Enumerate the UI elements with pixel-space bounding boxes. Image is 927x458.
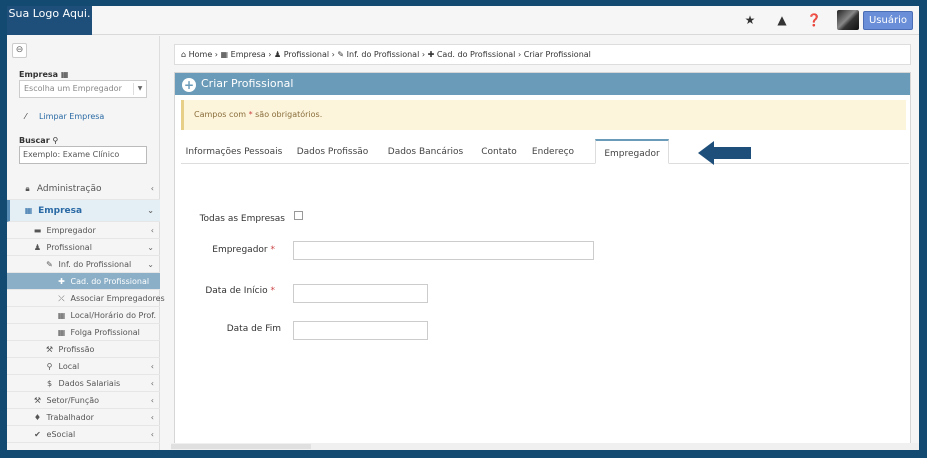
tab-dados-bancarios[interactable]: Dados Bancários	[381, 139, 470, 164]
tab-empregador[interactable]: Empregador	[595, 139, 669, 164]
calendar-icon: ▦	[57, 328, 66, 337]
panel-title: Criar Profissional	[201, 77, 294, 90]
plus-icon: ✚	[427, 50, 435, 59]
building-icon: ▦	[60, 70, 69, 79]
empregador-select[interactable]: Escolha um Empregador ▼	[19, 80, 147, 98]
user-button[interactable]: Usuário	[862, 10, 913, 30]
sidebar-item-profissional[interactable]: ♟ Profissional ⌄	[7, 239, 160, 256]
search-icon: ⚲	[52, 136, 59, 145]
breadcrumb-inf-profissional[interactable]: Inf. do Profissional	[347, 50, 420, 59]
link-icon: ⤫	[58, 294, 65, 303]
sidebar-item-dados-salariais[interactable]: $ Dados Salariais ‹	[7, 375, 160, 392]
horizontal-scrollbar[interactable]	[171, 443, 919, 450]
chevron-left-icon: ‹	[150, 226, 154, 235]
breadcrumb-empresa[interactable]: Empresa	[231, 50, 266, 59]
plus-icon: ✚	[58, 277, 65, 286]
empresa-label: Empresa ▦	[19, 70, 69, 79]
help-icon[interactable]: ❓	[805, 11, 823, 29]
limpar-empresa-link[interactable]: ⁄ Limpar Empresa	[25, 112, 104, 122]
building-icon: ▦	[220, 50, 229, 59]
chevron-left-icon: ‹	[150, 362, 154, 371]
lock-icon: 🔒︎	[25, 184, 30, 193]
tab-endereco[interactable]: Endereço	[527, 139, 579, 164]
tab-bar: Informações Pessoais Dados Profissão Dad…	[181, 139, 909, 164]
top-icons: ★ ▲ ❓ Usuário	[741, 10, 913, 30]
chevron-left-icon: ‹	[150, 430, 154, 439]
sidebar-item-associar-empregadores[interactable]: ⤫ Associar Empregadores	[7, 290, 165, 307]
chevron-left-icon: ‹	[150, 184, 154, 193]
briefcase-icon: ▬	[33, 226, 42, 235]
chevron-down-icon: ⌄	[147, 260, 154, 269]
panel-header: + Criar Profissional	[175, 73, 910, 95]
avatar[interactable]	[836, 10, 859, 30]
chevron-down-icon: ▼	[133, 83, 146, 95]
todas-empresas-label: Todas as Empresas	[199, 214, 285, 224]
chevron-down-icon: ⌄	[147, 243, 154, 252]
search-input[interactable]: Exemplo: Exame Clínico	[19, 146, 147, 164]
sidebar: ⊖ Empresa ▦ Escolha um Empregador ▼ ⁄ Lim…	[7, 36, 165, 450]
create-profissional-panel: + Criar Profissional Campos com * são obr…	[174, 72, 911, 450]
star-icon[interactable]: ★	[741, 11, 759, 29]
tools-icon: ⚒	[33, 396, 42, 405]
user-icon: ♟	[33, 243, 42, 252]
sidebar-item-cad-profissional[interactable]: ✚ Cad. do Profissional	[7, 273, 160, 290]
chevron-left-icon: ‹	[150, 379, 154, 388]
chevron-left-icon: ‹	[150, 413, 154, 422]
breadcrumb-current: Criar Profissional	[523, 50, 591, 59]
scrollbar-thumb[interactable]	[171, 444, 311, 449]
sidebar-item-empregador[interactable]: ▬ Empregador ‹	[7, 222, 160, 239]
data-fim-label: Data de Fim	[226, 324, 281, 334]
sidebar-item-trabalhador[interactable]: ♦ Trabalhador ‹	[7, 409, 160, 426]
sidebar-item-administracao[interactable]: 🔒︎ Administração ‹	[7, 178, 160, 200]
tab-contato[interactable]: Contato	[477, 139, 521, 164]
empregador-field[interactable]	[293, 241, 594, 260]
chevron-down-icon: ⌄	[147, 206, 154, 215]
tab-informacoes-pessoais[interactable]: Informações Pessoais	[181, 139, 287, 164]
breadcrumb-home[interactable]: Home	[189, 50, 213, 59]
calendar-icon: ▦	[57, 311, 66, 320]
todas-empresas-checkbox[interactable]	[294, 211, 303, 220]
plus-circle-icon: +	[182, 78, 196, 92]
data-inicio-label: Data de Início *	[205, 286, 275, 296]
data-fim-field[interactable]	[293, 321, 428, 340]
breadcrumb-cad-profissional[interactable]: Cad. do Profissional	[437, 50, 516, 59]
data-inicio-field[interactable]	[293, 284, 428, 303]
breadcrumb-profissional[interactable]: Profissional	[284, 50, 329, 59]
logo[interactable]: Sua Logo Aqui.	[7, 6, 92, 35]
top-bar: Sua Logo Aqui. ★ ▲ ❓ Usuário	[7, 6, 919, 35]
user-icon: ♟	[273, 50, 282, 59]
sidebar-item-local-horario[interactable]: ▦ Local/Horário do Prof.	[7, 307, 160, 324]
building-icon: ▦	[24, 206, 33, 215]
warning-icon[interactable]: ▲	[773, 11, 791, 29]
pencil-icon: ✎	[337, 50, 345, 59]
collapse-sidebar-button[interactable]: ⊖	[12, 43, 27, 58]
arrow-left-icon	[698, 141, 751, 165]
sidebar-item-esocial[interactable]: ✔ eSocial ‹	[7, 426, 160, 443]
app-frame: Sua Logo Aqui. ★ ▲ ❓ Usuário ⊖ Empresa ▦…	[7, 6, 919, 450]
sidebar-menu: 🔒︎ Administração ‹ ▦ Empresa ⌄ ▬ Emprega…	[7, 178, 165, 443]
map-marker-icon: ⚲	[46, 362, 53, 371]
sidebar-item-inf-profissional[interactable]: ✎ Inf. do Profissional ⌄	[7, 256, 160, 273]
sidebar-item-empresa[interactable]: ▦ Empresa ⌄	[7, 200, 160, 222]
main-content: ⌂ Home › ▦ Empresa › ♟ Profissional › ✎ …	[171, 36, 919, 450]
required-fields-alert: Campos com * são obrigatórios.	[181, 100, 906, 130]
check-icon: ✔	[34, 430, 41, 439]
pencil-icon: ✎	[46, 260, 53, 269]
sidebar-item-profissao[interactable]: ⚒ Profissão	[7, 341, 160, 358]
person-icon: ♦	[33, 413, 42, 422]
sidebar-item-local[interactable]: ⚲ Local ‹	[7, 358, 160, 375]
home-icon: ⌂	[181, 50, 187, 59]
sidebar-item-setor-funcao[interactable]: ⚒ Setor/Função ‹	[7, 392, 160, 409]
sidebar-item-folga[interactable]: ▦ Folga Profissional	[7, 324, 160, 341]
dollar-icon: $	[46, 379, 53, 388]
chevron-left-icon: ‹	[150, 396, 154, 405]
brush-icon: ⁄	[25, 112, 27, 121]
tab-dados-profissao[interactable]: Dados Profissão	[289, 139, 376, 164]
empregador-label: Empregador *	[212, 245, 275, 255]
breadcrumb: ⌂ Home › ▦ Empresa › ♟ Profissional › ✎ …	[174, 44, 911, 65]
buscar-label: Buscar ⚲	[19, 136, 59, 145]
wrench-icon: ⚒	[45, 345, 54, 354]
